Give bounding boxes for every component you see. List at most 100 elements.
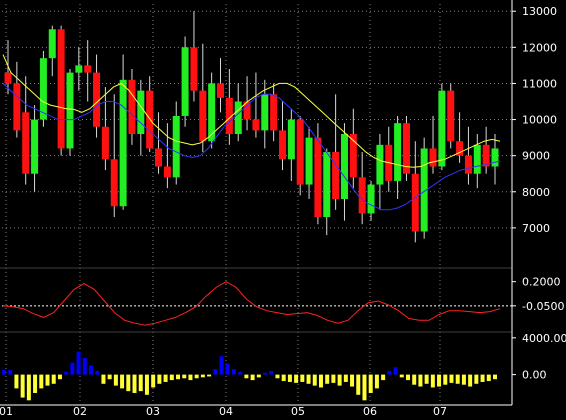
histogram-bar-negative	[20, 374, 25, 398]
histogram-bar-negative	[287, 374, 292, 382]
histogram-bar-positive	[238, 371, 243, 375]
candle-up	[66, 72, 74, 149]
histogram-bar-negative	[461, 374, 466, 385]
histogram-bar-negative	[424, 374, 429, 384]
histogram-bar-positive	[387, 370, 392, 375]
histogram-bar-negative	[157, 374, 162, 384]
candle-up	[39, 58, 47, 120]
price-tick-label: 8000	[522, 186, 550, 199]
candle-up	[172, 115, 180, 178]
price-panel	[2, 11, 501, 243]
histogram-bar-negative	[294, 374, 299, 383]
histogram-bar-negative	[281, 374, 286, 382]
histogram-bar-negative	[325, 374, 330, 384]
candle-up	[181, 47, 189, 116]
histogram-bar-negative	[126, 374, 131, 392]
histogram-bar-negative	[107, 374, 112, 380]
x-tick-label: 05	[291, 405, 305, 418]
candle-up	[491, 148, 499, 167]
histogram-bar-negative	[207, 374, 212, 377]
candle-down	[128, 79, 136, 134]
candle-down	[101, 126, 109, 160]
oscillator-panel	[2, 281, 512, 326]
histogram-bar-negative	[356, 374, 361, 395]
price-tick-label: 11000	[522, 77, 557, 90]
candle-down	[447, 90, 455, 142]
oscillator-tick-label: 0.2000	[522, 276, 561, 289]
candle-down	[155, 148, 163, 167]
histogram-bar-negative	[449, 374, 454, 383]
histogram-bar-negative	[244, 374, 249, 379]
candle-down	[217, 83, 225, 98]
candle-up	[48, 29, 56, 59]
candle-down	[22, 112, 30, 174]
candle-up	[340, 134, 348, 199]
histogram-bar-positive	[70, 362, 75, 375]
histogram-bar-negative	[26, 374, 31, 401]
histogram-bar-negative	[493, 374, 497, 380]
histogram-bar-negative	[188, 374, 193, 381]
candle-down	[332, 152, 340, 199]
histogram-bar-positive	[269, 370, 274, 375]
histogram-bar-positive	[393, 367, 398, 375]
oscillator-tick-label: -0.0500	[522, 300, 564, 313]
histogram-bar-positive	[89, 365, 94, 375]
histogram-bar-negative	[480, 374, 485, 382]
histogram-bar-negative	[405, 374, 410, 381]
candle-up	[438, 90, 446, 167]
histogram-bar-negative	[14, 374, 19, 389]
histogram-bar-negative	[318, 374, 323, 388]
x-tick-label: 06	[363, 405, 377, 418]
histogram-bar-negative	[144, 374, 149, 395]
histogram-bar-negative	[306, 374, 311, 384]
histogram-bar-negative	[437, 374, 442, 387]
candle-down	[314, 137, 322, 218]
histogram-bar-negative	[57, 374, 62, 380]
histogram-bar-positive	[76, 351, 81, 375]
histogram-bar-negative	[182, 374, 187, 379]
candle-up	[287, 119, 295, 160]
candle-up	[394, 123, 402, 181]
histogram-bar-positive	[219, 356, 224, 375]
candle-up	[473, 144, 481, 174]
histogram-bar-positive	[8, 370, 13, 375]
ma-short-line	[2, 83, 501, 211]
price-tick-label: 12000	[522, 41, 557, 54]
candle-down	[252, 119, 260, 131]
candle-down	[199, 90, 207, 142]
histogram-bar-negative	[132, 374, 137, 393]
histogram-bar-negative	[151, 374, 156, 388]
histogram-bar-negative	[350, 374, 355, 387]
histogram-bar-positive	[82, 358, 87, 375]
histogram-bar-positive	[64, 371, 69, 375]
histogram-bar-positive	[231, 369, 236, 375]
candle-up	[376, 144, 384, 185]
price-tick-label: 9000	[522, 150, 550, 163]
volume-histogram-panel	[2, 351, 497, 401]
histogram-bar-negative	[381, 374, 386, 381]
candle-down	[13, 83, 21, 131]
candle-up	[137, 90, 145, 134]
candle-down	[57, 29, 65, 149]
histogram-bar-negative	[176, 374, 181, 380]
candle-down	[464, 155, 472, 174]
x-tick-label: 01	[0, 405, 13, 418]
stock-chart: 01 02 03 04 05 06 07 13000 12000 11000 10000 9000 80…	[0, 0, 566, 418]
histogram-bar-negative	[39, 374, 44, 389]
candle-down	[270, 94, 278, 131]
histogram-bar-negative	[312, 374, 317, 386]
histogram-bar-positive	[213, 369, 218, 375]
candle-down	[278, 130, 286, 160]
histogram-bar-negative	[120, 374, 125, 389]
histogram-bar-negative	[468, 374, 473, 387]
candle-up	[367, 184, 375, 214]
histogram-bar-negative	[138, 374, 143, 392]
histogram-bar-negative	[412, 374, 417, 385]
candle-down	[411, 173, 419, 232]
x-tick-label: 02	[73, 405, 87, 418]
histogram-bar-negative	[101, 374, 106, 384]
candle-down	[429, 148, 437, 167]
histogram-bar-negative	[474, 374, 479, 384]
candle-up	[75, 65, 83, 73]
candle-up	[261, 94, 269, 131]
